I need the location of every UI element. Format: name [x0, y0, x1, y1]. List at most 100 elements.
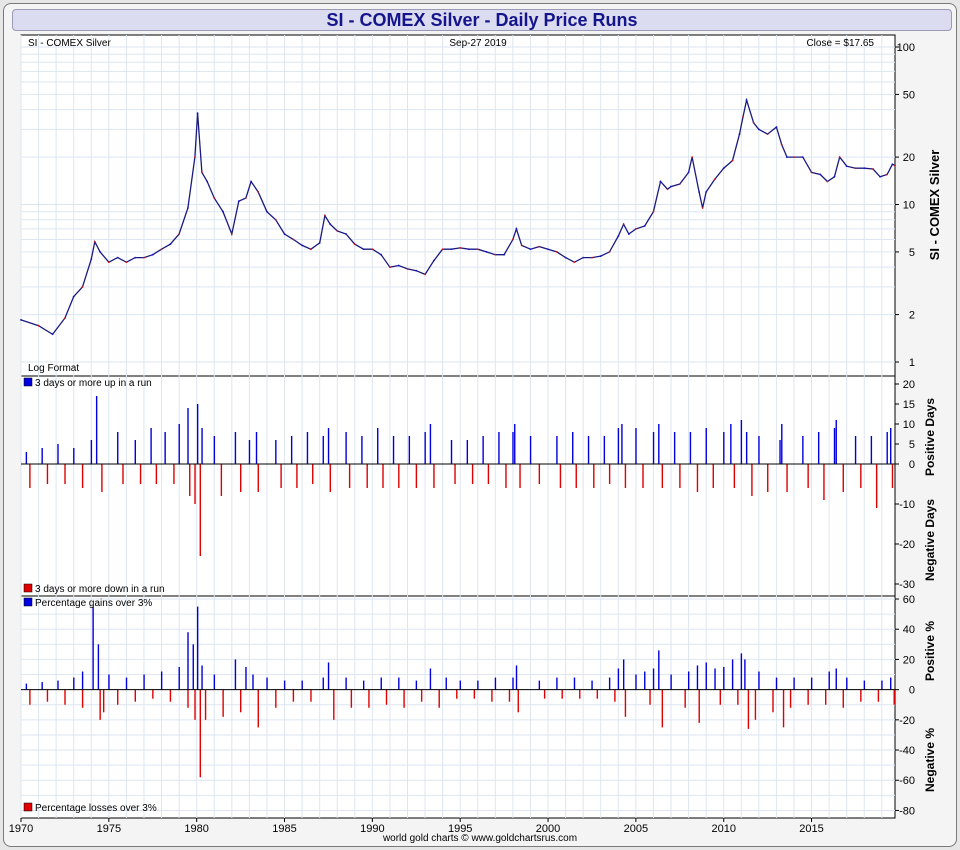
- runs-up-bar: [392, 436, 395, 464]
- pct-up-bar: [828, 671, 830, 690]
- pct-y-tick-label: -80: [899, 805, 915, 817]
- price-point: [766, 133, 769, 135]
- price-point: [206, 180, 209, 183]
- pct-up-bar: [143, 674, 145, 690]
- runs-down-bar: [593, 464, 595, 488]
- price-point: [329, 223, 332, 226]
- pct-up-bar: [881, 680, 883, 690]
- runs-up-bar: [117, 432, 119, 464]
- pct-up-bar: [890, 677, 892, 690]
- pct-down-bar: [199, 689, 201, 778]
- price-point: [634, 227, 637, 230]
- price-point: [468, 248, 470, 251]
- runs-up-bar: [150, 428, 152, 464]
- price-point: [742, 115, 744, 118]
- runs-down-bar: [860, 464, 862, 488]
- pct-down-bar: [893, 689, 895, 705]
- pct-down-bar: [624, 689, 627, 717]
- pct-up-bar: [459, 680, 461, 690]
- price-point: [801, 156, 804, 158]
- pct-up-bar: [477, 680, 479, 690]
- pct-up-bar: [744, 659, 746, 690]
- runs-up-bar: [408, 436, 411, 464]
- pct-down-bar: [737, 689, 739, 705]
- price-point: [250, 180, 253, 183]
- pct-down-bar: [194, 689, 196, 720]
- runs-up-bar: [345, 432, 347, 464]
- runs-up-bar: [705, 428, 707, 464]
- runs-up-bar: [306, 432, 309, 464]
- runs-up-bar: [213, 436, 216, 464]
- price-point: [793, 156, 795, 158]
- runs-down-bar: [46, 464, 49, 484]
- runs-up-bar: [745, 432, 748, 464]
- runs-y-tick-label: 15: [903, 399, 915, 411]
- runs-down-bar: [767, 464, 769, 492]
- pct-down-bar: [81, 689, 84, 708]
- runs-down-bar: [786, 464, 788, 492]
- runs-down-bar: [679, 464, 681, 488]
- runs-up-bar: [196, 404, 199, 464]
- runs-up-bar: [635, 428, 637, 464]
- runs-down-bar: [487, 464, 490, 484]
- legend-gain-swatch: [23, 597, 33, 607]
- pct-up-bar: [73, 677, 75, 690]
- runs-up-bar: [450, 440, 453, 464]
- runs-up-bar: [617, 428, 620, 464]
- price-point: [659, 180, 662, 183]
- runs-up-bar: [377, 428, 379, 464]
- legend-down-swatch: [23, 583, 33, 593]
- runs-down-bar: [608, 464, 611, 484]
- pct-down-bar: [46, 689, 49, 702]
- pct-down-bar: [310, 689, 312, 702]
- price-point: [564, 256, 567, 259]
- pct-down-bar: [649, 689, 651, 705]
- pct-down-bar: [754, 689, 757, 720]
- pct-up-bar: [835, 668, 837, 690]
- runs-down-bar: [751, 464, 753, 496]
- pct-up-bar: [196, 606, 199, 690]
- symbol-label: SI - COMEX Silver: [28, 38, 111, 49]
- runs-up-bar: [234, 432, 237, 464]
- pct-up-bar: [108, 674, 110, 690]
- pct-down-bar: [385, 689, 388, 705]
- runs-up-bar: [514, 424, 516, 464]
- runs-positive-axis-label: Positive Days: [923, 398, 937, 476]
- pct-y-tick-label: -60: [899, 775, 915, 787]
- price-point: [151, 253, 154, 256]
- pct-up-bar: [696, 665, 699, 690]
- pct-down-bar: [456, 689, 458, 699]
- runs-down-bar: [454, 464, 456, 484]
- pct-down-bar: [825, 689, 827, 705]
- price-point: [476, 248, 479, 251]
- pct-down-bar: [239, 689, 242, 713]
- price-point: [450, 248, 453, 251]
- runs-up-bar: [134, 440, 136, 464]
- pct-up-bar: [125, 677, 128, 690]
- pct-down-bar: [561, 689, 563, 699]
- price-point: [432, 259, 435, 262]
- runs-down-bar: [257, 464, 259, 492]
- runs-up-bar: [781, 424, 783, 464]
- price-y-tick-label: 1: [909, 357, 915, 369]
- close-label: Close = $17.65: [806, 38, 874, 49]
- price-point: [415, 269, 418, 272]
- price-point: [345, 233, 347, 235]
- pct-down-bar: [99, 689, 101, 720]
- runs-up-bar: [802, 436, 804, 464]
- pct-down-bar: [614, 689, 616, 702]
- pct-down-bar: [543, 689, 546, 699]
- price-point: [318, 242, 321, 244]
- runs-y-tick-label: 10: [903, 419, 915, 431]
- pct-up-bar: [775, 677, 778, 690]
- runs-down-bar: [194, 464, 196, 504]
- pct-up-bar: [731, 659, 734, 690]
- pct-up-bar: [92, 606, 94, 690]
- pct-down-bar: [350, 689, 353, 708]
- pct-up-bar: [160, 671, 163, 690]
- price-point: [380, 253, 383, 256]
- runs-up-bar: [90, 440, 93, 464]
- price-point: [891, 163, 894, 166]
- runs-down-bar: [312, 464, 314, 484]
- price-point: [459, 247, 462, 249]
